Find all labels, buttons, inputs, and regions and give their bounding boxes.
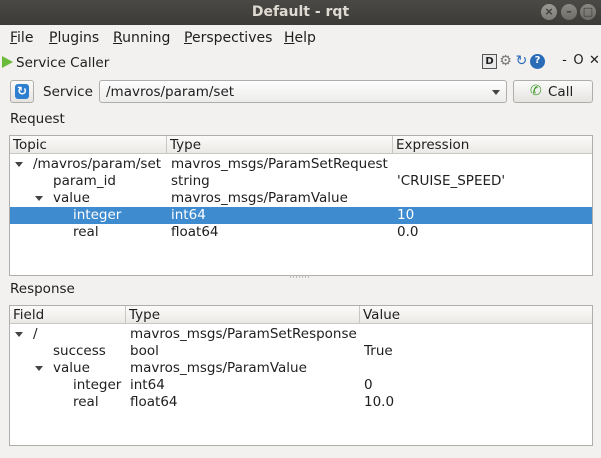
play-icon [2,56,13,68]
row-expression[interactable]: 10 [397,207,414,224]
request-tree-header: Topic Type Expression [10,136,592,154]
row-type: mavros_msgs/ParamSetResponse [130,326,357,342]
refresh-icon: ↻ [15,84,29,99]
menu-file[interactable]: File [10,30,33,46]
request-label: Request [10,111,65,127]
row-expression[interactable]: 'CRUISE_SPEED' [397,173,505,190]
row-name: integer [73,377,122,393]
row-name: value [53,360,90,376]
row-name: /mavros/param/set [33,156,162,172]
maximize-window-icon[interactable]: □ [580,4,596,20]
row-value: 0 [364,377,373,393]
row-type: mavros_msgs/ParamValue [130,360,307,376]
tree-row[interactable]: success bool True [10,343,592,360]
expand-arrow-icon[interactable] [15,162,23,167]
tree-row[interactable]: value mavros_msgs/ParamValue [10,360,592,377]
phone-icon: ✆ [530,83,542,99]
call-button[interactable]: ✆ Call [513,80,593,103]
row-value: 10.0 [364,394,395,410]
tree-row[interactable]: / mavros_msgs/ParamSetResponse [10,326,592,343]
tree-row[interactable]: real float64 0.0 [10,224,592,241]
row-type: mavros_msgs/ParamValue [171,190,348,206]
tree-row[interactable]: integer int64 0 [10,377,592,394]
column-header-type[interactable]: Type [167,136,393,154]
float-plugin-icon[interactable]: O [571,54,586,69]
column-header-topic[interactable]: Topic [10,136,167,154]
tree-row[interactable]: param_id string 'CRUISE_SPEED' [10,173,592,190]
tree-row[interactable]: /mavros/param/set mavros_msgs/ParamSetRe… [10,156,592,173]
column-header-type[interactable]: Type [126,306,360,324]
window-titlebar: Default - rqt × – □ [0,0,601,25]
response-tree-header: Field Type Value [10,306,592,324]
service-select-value: /mavros/param/set [106,84,235,100]
row-type: mavros_msgs/ParamSetRequest [171,156,388,172]
row-type: float64 [171,224,219,240]
refresh-services-button[interactable]: ↻ [10,80,34,103]
gear-icon[interactable]: ⚙ [498,54,513,69]
request-tree[interactable]: Topic Type Expression /mavros/param/set … [9,135,593,276]
response-label: Response [10,281,75,297]
row-type: float64 [130,394,178,410]
expand-arrow-icon[interactable] [15,332,23,337]
row-type: string [171,173,210,189]
row-name: param_id [53,173,116,189]
minimize-window-icon[interactable]: – [561,4,577,20]
row-expression[interactable]: 0.0 [397,224,418,241]
row-name: / [33,326,38,342]
row-type: int64 [130,377,165,393]
row-value: True [364,343,393,359]
service-select[interactable]: /mavros/param/set [99,80,507,103]
row-name: success [53,343,106,359]
tree-row-selected[interactable]: integer int64 10 [10,207,592,224]
row-name: real [73,394,99,410]
column-header-value[interactable]: Value [360,306,592,324]
row-name: value [53,190,90,206]
plugin-header: Service Caller D ⚙ ↻ ? - O ✕ [0,52,601,73]
call-button-label: Call [548,84,574,100]
minimize-plugin-icon[interactable]: - [557,54,572,69]
menu-perspectives[interactable]: Perspectives [184,30,272,46]
window-title: Default - rqt [251,4,350,20]
plugin-title: Service Caller [16,55,110,71]
menu-plugins[interactable]: Plugins [49,30,99,46]
expand-arrow-icon[interactable] [35,366,43,371]
row-name: integer [73,207,122,223]
service-label: Service [43,84,93,100]
tree-row[interactable]: value mavros_msgs/ParamValue [10,190,592,207]
menu-running[interactable]: Running [113,30,170,46]
response-tree[interactable]: Field Type Value / mavros_msgs/ParamSetR… [9,305,593,446]
close-window-icon[interactable]: × [541,4,557,20]
row-type: bool [130,343,159,359]
expand-arrow-icon[interactable] [35,196,43,201]
chevron-down-icon [492,90,500,95]
close-plugin-icon[interactable]: ✕ [587,54,601,69]
tree-row[interactable]: real float64 10.0 [10,394,592,411]
help-d-icon[interactable]: D [482,54,497,69]
menubar: File Plugins Running Perspectives Help [0,25,601,51]
reload-icon[interactable]: ↻ [514,54,529,69]
column-header-field[interactable]: Field [10,306,126,324]
column-header-expression[interactable]: Expression [393,136,592,154]
help-icon[interactable]: ? [530,54,545,69]
row-type: int64 [171,207,206,223]
splitter-handle[interactable] [290,275,310,278]
menu-help[interactable]: Help [284,30,316,46]
row-name: real [73,224,99,240]
